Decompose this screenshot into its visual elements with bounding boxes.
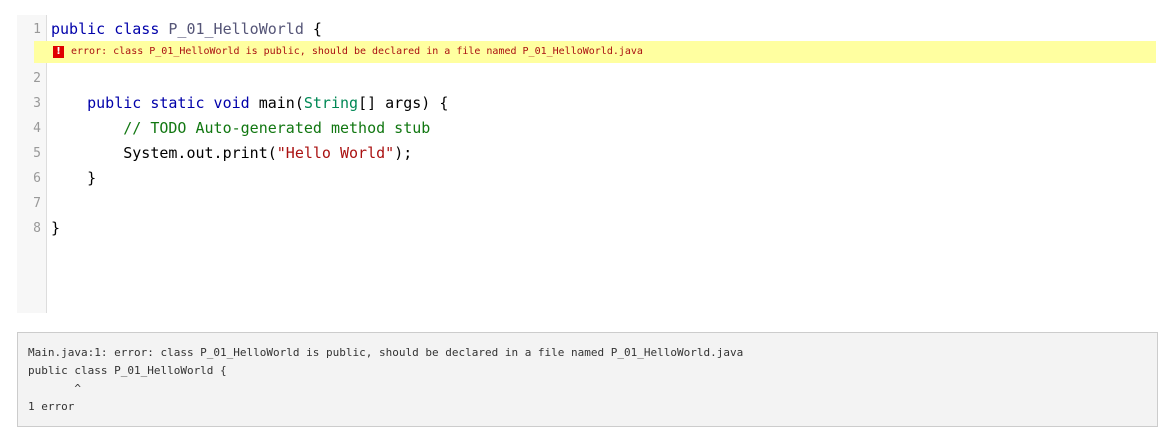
code-line[interactable]: 8}: [33, 216, 1160, 241]
error-icon: !: [53, 46, 64, 58]
console-output: Main.java:1: error: class P_01_HelloWorl…: [17, 332, 1158, 427]
code-token: main(: [258, 94, 304, 112]
line-number: 7: [33, 196, 41, 211]
code-text: public class P_01_HelloWorld {: [51, 17, 322, 42]
line-number: 3: [33, 96, 41, 111]
console-line: public class P_01_HelloWorld {: [28, 364, 227, 377]
code-token: public class: [51, 20, 169, 38]
line-number: 2: [33, 71, 41, 86]
inline-error-widget: ! error: class P_01_HelloWorld is public…: [34, 41, 1156, 63]
code-token: System.out.print(: [51, 144, 277, 162]
code-token: // TODO Auto-generated method stub: [51, 119, 431, 137]
inline-error-message: error: class P_01_HelloWorld is public, …: [71, 46, 643, 57]
code-token: "Hello World": [276, 144, 395, 162]
line-number: 6: [33, 171, 41, 186]
console-line: 1 error: [28, 400, 75, 413]
code-text: public static void main(String[] args) {: [51, 91, 448, 116]
code-text: // TODO Auto-generated method stub: [51, 116, 430, 141]
console-line: Main.java:1: error: class P_01_HelloWorl…: [28, 346, 744, 359]
line-number: 1: [33, 22, 41, 37]
code-token: [] args) {: [358, 94, 449, 112]
code-text: System.out.print("Hello World");: [51, 141, 412, 166]
code-token: String: [303, 94, 359, 112]
code-line[interactable]: 4 // TODO Auto-generated method stub: [33, 116, 1160, 141]
line-number: 8: [33, 221, 41, 236]
code-token: );: [394, 144, 413, 162]
code-line[interactable]: 2: [33, 66, 1160, 91]
code-token: public static void: [51, 94, 259, 112]
code-token: }: [51, 169, 97, 187]
line-number: 4: [33, 121, 41, 136]
code-text: }: [51, 216, 60, 241]
code-token: }: [51, 219, 61, 237]
code-token: P_01_HelloWorld: [168, 20, 304, 38]
code-token: {: [303, 20, 322, 38]
code-line[interactable]: 1 public class P_01_HelloWorld {: [33, 17, 1160, 42]
code-line[interactable]: 3 public static void main(String[] args)…: [33, 91, 1160, 116]
code-line[interactable]: 6 }: [33, 166, 1160, 191]
line-number: 5: [33, 146, 41, 161]
code-text: }: [51, 166, 96, 191]
code-line[interactable]: 7: [33, 191, 1160, 216]
console-line: ^: [28, 382, 81, 395]
code-line[interactable]: 5 System.out.print("Hello World");: [33, 141, 1160, 166]
